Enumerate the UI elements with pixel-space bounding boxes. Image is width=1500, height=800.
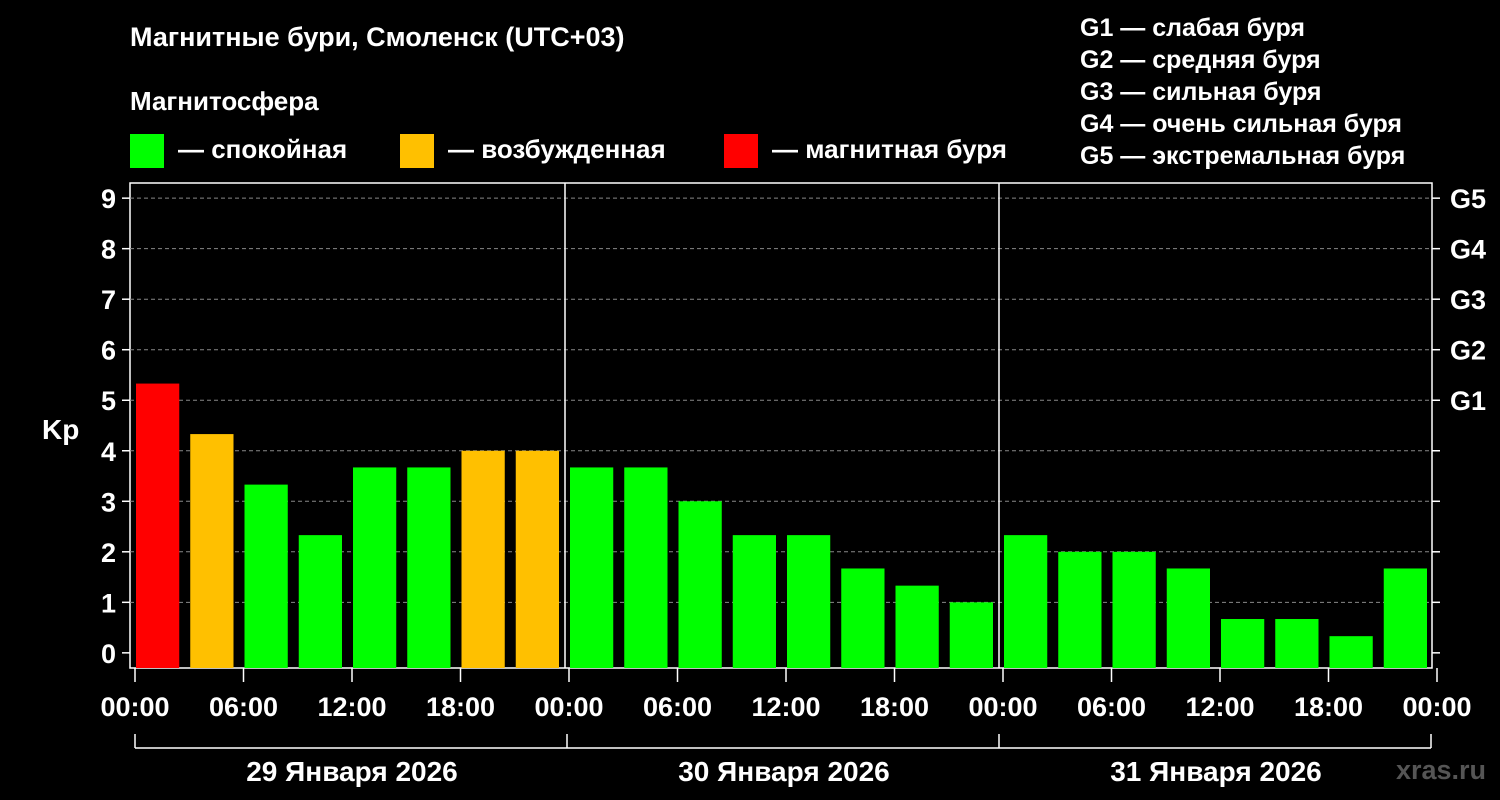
x-tick-label: 06:00 <box>643 692 712 722</box>
x-tick-label: 06:00 <box>1077 692 1146 722</box>
bar <box>1383 568 1427 668</box>
bar <box>1004 535 1048 668</box>
y-tick-label: 7 <box>101 285 116 315</box>
bar <box>1221 618 1265 668</box>
bar <box>1058 551 1102 668</box>
bar <box>353 467 397 668</box>
y-tick-label: 3 <box>101 487 116 517</box>
x-tick-label: 00:00 <box>100 692 169 722</box>
x-tick-label: 00:00 <box>968 692 1037 722</box>
bar <box>841 568 885 668</box>
day-label: 29 Января 2026 <box>246 756 458 787</box>
g-level-label: G4 <box>1450 235 1486 265</box>
y-tick-label: 6 <box>101 336 116 366</box>
y-tick-label: 9 <box>101 184 116 214</box>
bar <box>244 484 288 668</box>
bar <box>461 450 505 668</box>
bar <box>515 450 559 668</box>
y-tick-label: 0 <box>101 639 116 669</box>
bar <box>624 467 668 668</box>
x-tick-label: 12:00 <box>317 692 386 722</box>
x-tick-label: 18:00 <box>1294 692 1363 722</box>
x-tick-label: 00:00 <box>534 692 603 722</box>
x-tick-label: 00:00 <box>1402 692 1471 722</box>
x-tick-label: 18:00 <box>426 692 495 722</box>
bar <box>1329 636 1373 668</box>
x-tick-label: 12:00 <box>751 692 820 722</box>
x-tick-label: 18:00 <box>860 692 929 722</box>
bar <box>136 383 180 668</box>
kp-bar-chart: 0 1 2 3 4 5 6 7 8 9 G1 G2 G3 G4 G5 Kp 00:00 06:00 12:00 18:… <box>42 182 1486 787</box>
y-tick-label: 4 <box>101 437 116 467</box>
bar <box>298 535 342 668</box>
y-tick-label: 1 <box>101 588 116 618</box>
bar <box>732 535 776 668</box>
g-level-label: G5 <box>1450 184 1486 214</box>
bar <box>1112 551 1156 668</box>
y-tick-label: 2 <box>101 538 116 568</box>
y-tick-label: 5 <box>101 386 116 416</box>
day-label: 30 Января 2026 <box>678 756 890 787</box>
bar <box>570 467 614 668</box>
g-level-label: G3 <box>1450 285 1486 315</box>
g-level-label: G1 <box>1450 386 1486 416</box>
y-tick-label: 8 <box>101 235 116 265</box>
bar <box>949 602 993 668</box>
bar <box>678 501 722 668</box>
bar <box>1166 568 1210 668</box>
x-tick-label: 06:00 <box>209 692 278 722</box>
day-label: 31 Января 2026 <box>1110 756 1322 787</box>
bar <box>787 535 831 668</box>
bar <box>1275 618 1319 668</box>
bar <box>895 585 939 668</box>
bar <box>190 434 234 668</box>
x-tick-label: 12:00 <box>1185 692 1254 722</box>
y-axis-label: Kp <box>42 414 79 445</box>
bar <box>407 467 451 668</box>
g-level-label: G2 <box>1450 336 1486 366</box>
